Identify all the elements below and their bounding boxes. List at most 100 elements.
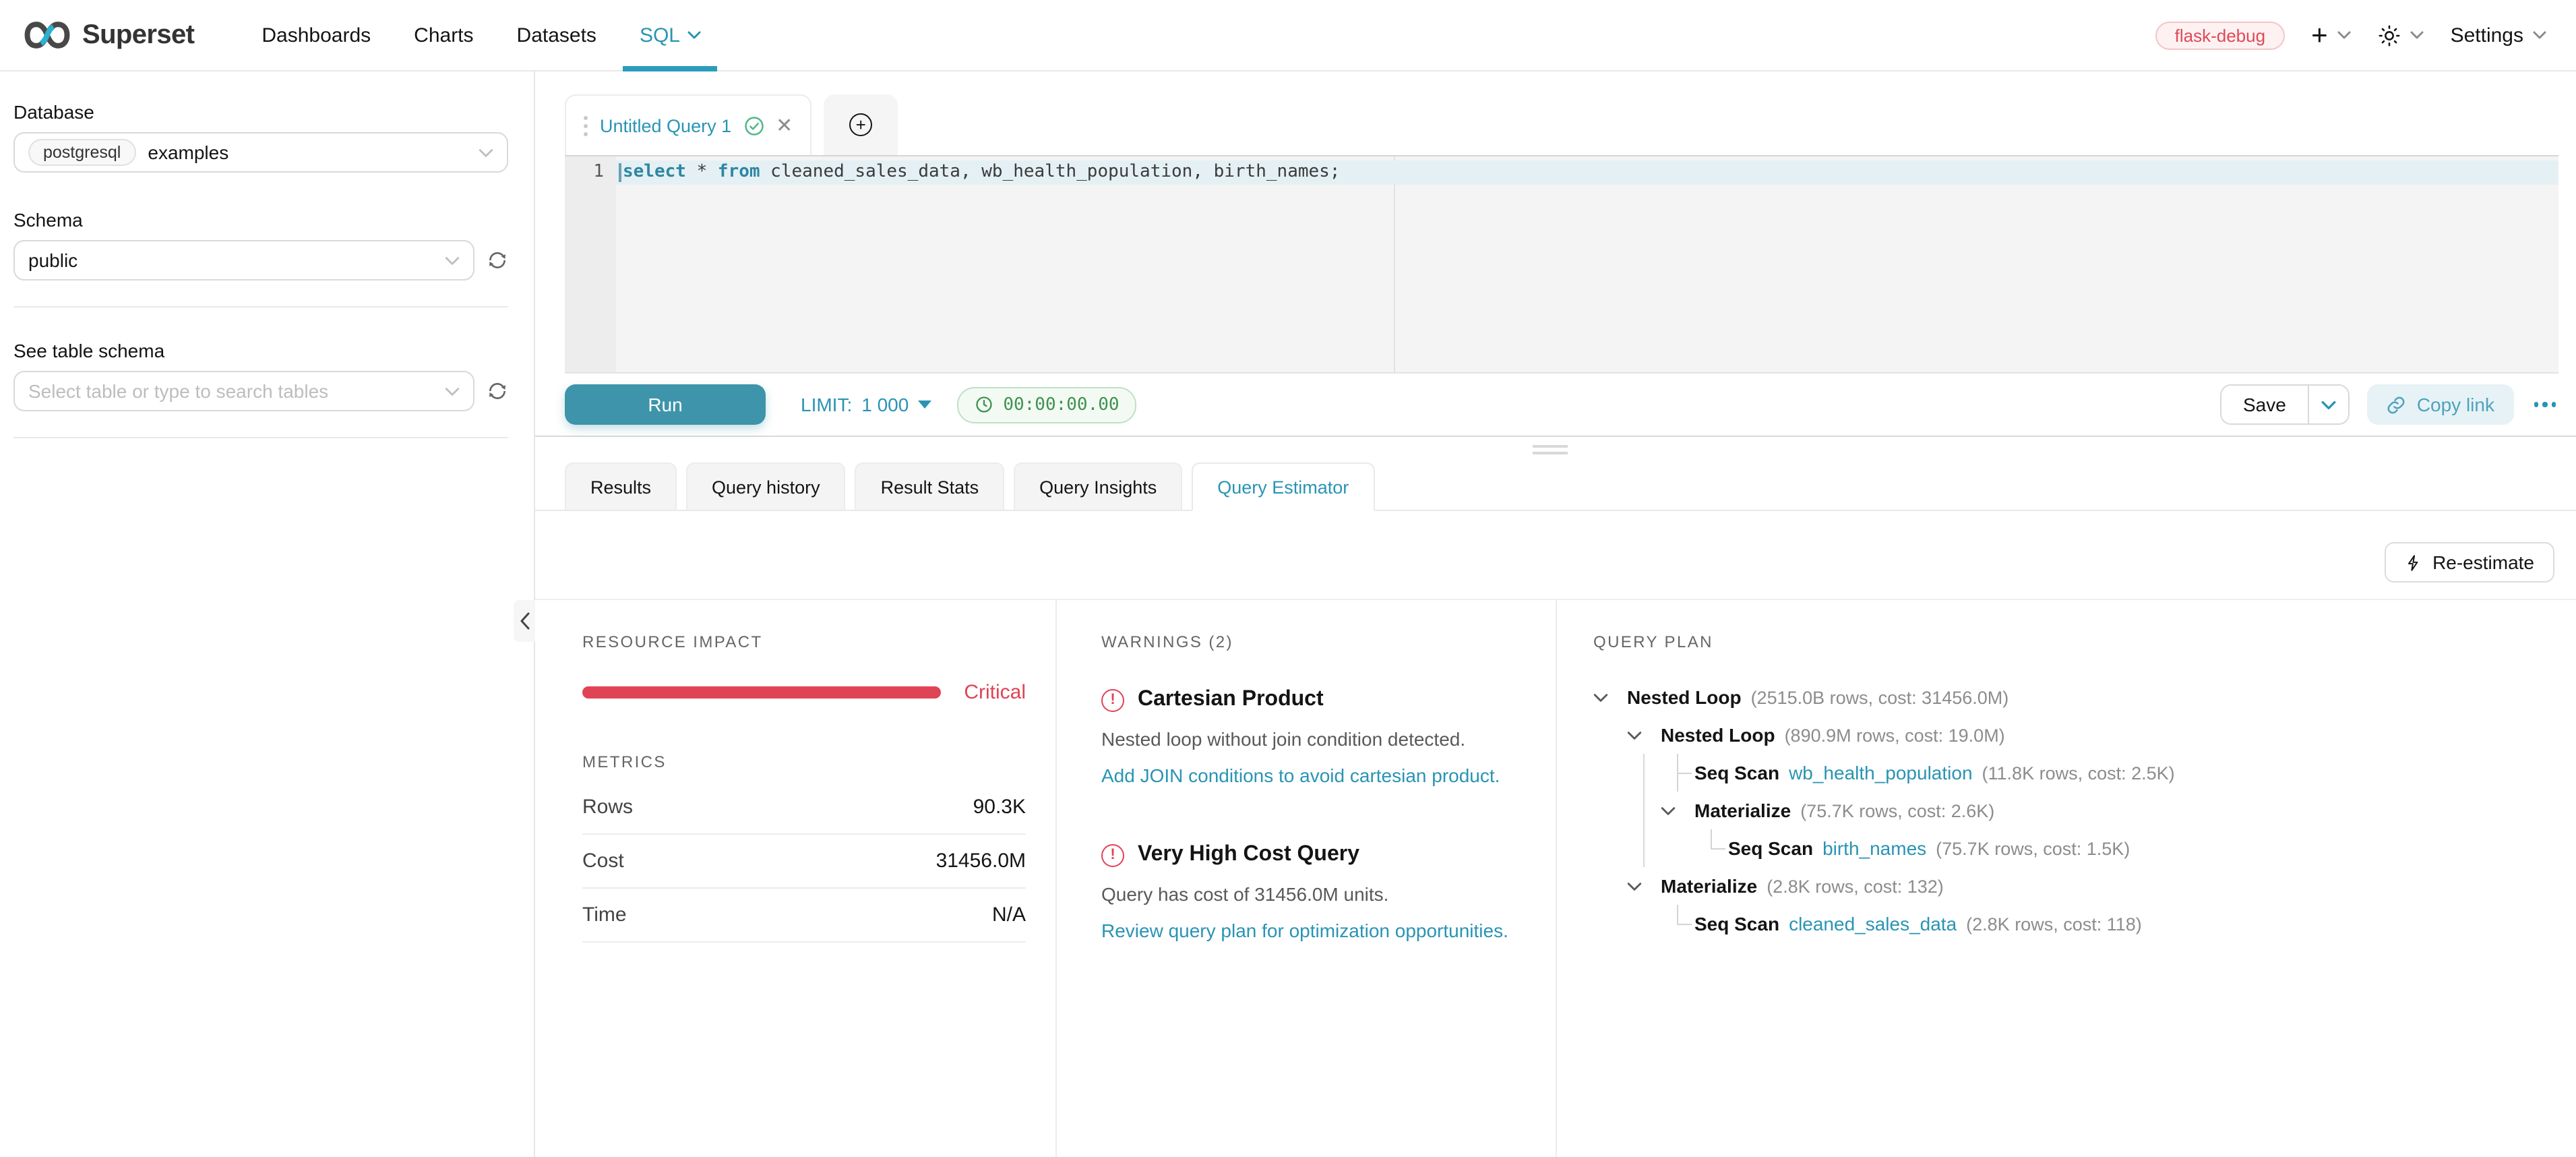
query-estimator-panel: Re-estimate RESOURCE IMPACT Critical MET… xyxy=(535,511,2576,1157)
query-plan-heading: QUERY PLAN xyxy=(1593,632,2544,651)
save-split-button: Save xyxy=(2220,384,2350,425)
metric-row-time: TimeN/A xyxy=(582,889,1026,943)
close-icon[interactable]: ✕ xyxy=(776,115,793,136)
metrics-list: Rows90.3KCost31456.0MTimeN/A xyxy=(582,781,1026,943)
plan-node-seq-scan-cleaned-sales-data: Seq Scancleaned_sales_data(2.8K rows, co… xyxy=(1593,905,2544,943)
warning-very-high-cost-query: !Very High Cost Query Query has cost of 3… xyxy=(1101,843,1521,941)
nav-item-sql[interactable]: SQL xyxy=(618,0,723,71)
plan-node-seq-scan-wb-health-population: Seq Scanwb_health_population(11.8K rows,… xyxy=(1593,754,2544,792)
plan-node-nested-loop: Nested Loop (890.9M rows, cost: 19.0M) xyxy=(1593,716,2544,754)
run-button[interactable]: Run xyxy=(565,384,766,425)
tree-expand-caret-icon[interactable] xyxy=(1627,716,1661,754)
tab-query-history[interactable]: Query history xyxy=(686,463,846,510)
database-engine-tag: postgresql xyxy=(28,139,135,166)
tab-result-stats[interactable]: Result Stats xyxy=(855,463,1005,510)
table-select[interactable]: Select table or type to search tables xyxy=(13,371,474,411)
nav-item-dashboards[interactable]: Dashboards xyxy=(240,0,392,71)
save-button[interactable]: Save xyxy=(2221,386,2308,423)
sql-editor[interactable]: 1 select * from cleaned_sales_data, wb_h… xyxy=(565,155,2558,374)
drag-handle-icon[interactable] xyxy=(584,115,588,136)
tree-indent xyxy=(1593,792,1627,829)
exclamation-circle-icon: ! xyxy=(1101,843,1124,866)
plan-table-link[interactable]: cleaned_sales_data xyxy=(1789,913,1957,934)
tree-expand-caret-icon[interactable] xyxy=(1593,678,1627,716)
nav-item-label: SQL xyxy=(640,24,680,47)
metric-value: 90.3K xyxy=(973,796,1026,819)
tree-indent xyxy=(1593,829,1627,867)
plan-node-name: Nested Loop xyxy=(1661,724,1775,746)
pane-splitter[interactable] xyxy=(535,437,2576,463)
plan-table-link[interactable]: birth_names xyxy=(1822,837,1926,859)
result-tabs: ResultsQuery historyResult StatsQuery In… xyxy=(535,463,2576,511)
sql-token: select xyxy=(623,162,686,182)
superset-logo[interactable]: Superset xyxy=(24,20,194,51)
warnings-heading: WARNINGS (2) xyxy=(1101,632,1521,651)
tree-connector xyxy=(1661,754,1694,792)
query-tab[interactable]: Untitled Query 1 ✕ xyxy=(565,94,811,155)
metric-label: Cost xyxy=(582,850,624,872)
limit-label: LIMIT: xyxy=(801,394,852,415)
metric-row-cost: Cost31456.0M xyxy=(582,835,1026,889)
plan-node-meta: (75.7K rows, cost: 1.5K) xyxy=(1936,838,2130,858)
reestimate-button[interactable]: Re-estimate xyxy=(2384,542,2554,583)
tab-query-estimator[interactable]: Query Estimator xyxy=(1192,463,1374,511)
tree-expand-caret-icon[interactable] xyxy=(1627,867,1661,905)
plan-node-name: Seq Scan xyxy=(1728,837,1813,859)
plan-node-meta: (890.9M rows, cost: 19.0M) xyxy=(1785,725,2005,745)
timer-value: 00:00:00.00 xyxy=(1003,394,1119,415)
plan-node-seq-scan-birth-names: Seq Scan birth_names (75.7K rows, cost: 1.… xyxy=(1593,829,2544,867)
theme-dropdown[interactable] xyxy=(2378,24,2424,47)
chevron-left-icon xyxy=(519,612,530,630)
new-dropdown[interactable]: + xyxy=(2311,21,2351,49)
limit-dropdown[interactable]: LIMIT: 1 000 xyxy=(801,394,931,415)
sidebar-divider xyxy=(13,306,508,307)
refresh-tables-button[interactable] xyxy=(487,380,508,402)
tab-results[interactable]: Results xyxy=(565,463,677,510)
editor-toolbar: Run LIMIT: 1 000 00:00:00.00 Save xyxy=(535,374,2576,437)
sql-token: from xyxy=(718,162,760,182)
nav-item-datasets[interactable]: Datasets xyxy=(495,0,618,71)
plan-node-meta: (2.8K rows, cost: 132) xyxy=(1767,876,1944,896)
chevron-down-icon xyxy=(2321,400,2336,409)
plan-node-meta: (2.8K rows, cost: 118) xyxy=(1966,914,2142,934)
warning-suggestion-link[interactable]: Review query plan for optimization oppor… xyxy=(1101,920,1521,941)
warning-title: Cartesian Product xyxy=(1138,688,1324,712)
exclamation-circle-icon: ! xyxy=(1101,688,1124,711)
more-actions-button[interactable] xyxy=(2531,397,2558,413)
plan-node-name: Nested Loop xyxy=(1627,686,1742,708)
warnings-list: ! Cartesian Product Nested loop without jo… xyxy=(1101,688,1521,941)
table-schema-label: See table schema xyxy=(13,340,508,361)
refresh-schemas-button[interactable] xyxy=(487,249,508,271)
chevron-down-icon xyxy=(445,256,460,265)
nav-item-charts[interactable]: Charts xyxy=(392,0,495,71)
environment-badge: flask-debug xyxy=(2156,21,2284,49)
warning-suggestion-link[interactable]: Add JOIN conditions to avoid cartesian p… xyxy=(1101,765,1521,786)
new-query-tab-button[interactable]: + xyxy=(824,94,898,155)
schema-select[interactable]: public xyxy=(13,240,474,280)
tree-expand-caret-icon[interactable] xyxy=(1661,792,1694,829)
brand-name: Superset xyxy=(82,20,194,51)
active-code-line[interactable]: select * from cleaned_sales_data, wb_hea… xyxy=(616,160,2558,185)
toolbar-right: Save Copy link xyxy=(2220,384,2558,425)
settings-menu[interactable]: Settings xyxy=(2451,24,2546,47)
plan-node-meta: (75.7K rows, cost: 2.6K) xyxy=(1800,800,1994,821)
tab-query-insights[interactable]: Query Insights xyxy=(1014,463,1182,510)
database-label: Database xyxy=(13,101,508,123)
bolt-icon xyxy=(2404,552,2422,572)
schema-value: public xyxy=(28,249,78,271)
database-select[interactable]: postgresql examples xyxy=(13,132,508,173)
copy-link-button[interactable]: Copy link xyxy=(2367,384,2513,425)
plan-node-materialize: Materialize (75.7K rows, cost: 2.6K) xyxy=(1593,792,2544,829)
warning-description: Nested loop without join condition detec… xyxy=(1101,728,1521,750)
warning-title-row: !Very High Cost Query xyxy=(1101,843,1521,867)
impact-gauge: Critical xyxy=(582,681,1026,704)
editor-code-area[interactable]: select * from cleaned_sales_data, wb_hea… xyxy=(616,156,2558,372)
collapse-sidebar-button[interactable] xyxy=(514,600,535,642)
tree-connector xyxy=(1661,905,1694,943)
save-options-button[interactable] xyxy=(2309,386,2348,423)
warning-description: Query has cost of 31456.0M units. xyxy=(1101,883,1521,905)
plan-node-name: Materialize xyxy=(1694,800,1791,821)
reestimate-label: Re-estimate xyxy=(2432,552,2534,573)
plan-table-link[interactable]: wb_health_population xyxy=(1789,762,1972,783)
splitter-handle-icon[interactable] xyxy=(1533,445,1568,458)
